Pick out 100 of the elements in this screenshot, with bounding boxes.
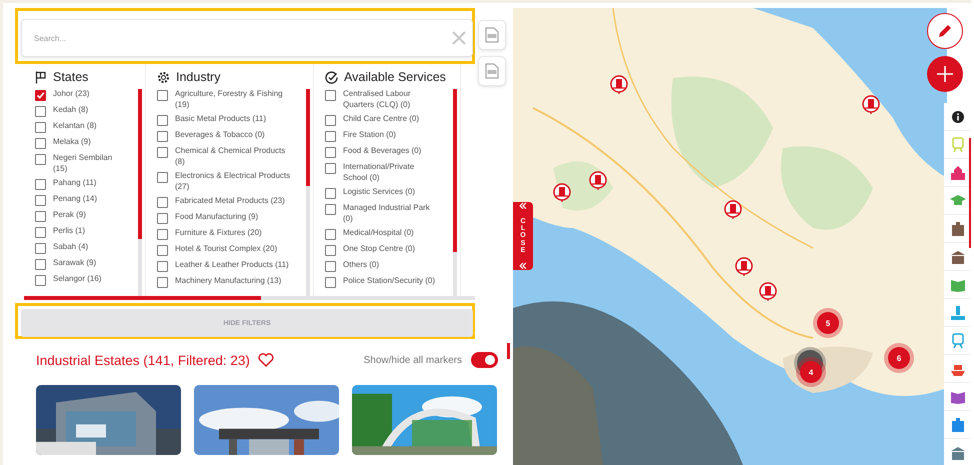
settings-icon — [157, 70, 170, 84]
option-label: Beverages & Tobacco (0) — [175, 130, 265, 140]
checkbox[interactable] — [157, 90, 168, 101]
option-label: Centralised Labour Quarters (CLQ) (0) — [343, 89, 412, 110]
option-label: Fire Station (0) — [343, 130, 396, 140]
checkbox[interactable] — [35, 195, 46, 206]
option-label: Perlis (1) — [53, 226, 86, 236]
museum-icon[interactable] — [950, 248, 966, 264]
filter-heading: States — [53, 70, 88, 84]
checkbox[interactable] — [35, 106, 46, 117]
checkbox[interactable] — [325, 188, 336, 199]
heart-icon[interactable] — [258, 353, 274, 367]
option-label: Hotel & Tourist Complex (20) — [175, 244, 278, 254]
option-label: Sabah (4) — [53, 242, 88, 252]
option-label: Sarawak (9) — [53, 258, 96, 268]
checkbox[interactable] — [157, 197, 168, 208]
building-marker-icon[interactable] — [724, 200, 742, 220]
option-label: Logistic Services (0) — [343, 187, 416, 198]
double-chevron-icon — [519, 202, 527, 210]
option-label: Food & Beverages (0) — [343, 146, 422, 156]
checkbox[interactable] — [35, 138, 46, 149]
option-label: Basic Metal Products (11) — [175, 114, 266, 124]
markers-toggle[interactable] — [471, 352, 498, 368]
edit-button[interactable] — [927, 13, 963, 49]
option-label: Fabricated Metal Products (23) — [175, 196, 285, 206]
checkbox[interactable] — [157, 277, 168, 288]
option-label: Perak (9) — [53, 210, 86, 220]
option-label: Managed Industrial Park (0) — [343, 203, 431, 224]
building-marker-icon[interactable] — [589, 171, 607, 191]
checkbox[interactable] — [325, 131, 336, 142]
checkbox[interactable] — [35, 122, 46, 133]
option-label: Negeri Sembilan (15) — [53, 153, 114, 174]
building-marker-icon[interactable] — [759, 282, 777, 302]
checkbox[interactable] — [157, 229, 168, 240]
option-label: Agriculture, Forestry & Fishing (19) — [175, 89, 284, 110]
plus-icon — [936, 65, 954, 83]
info-icon[interactable] — [952, 110, 964, 122]
checkbox[interactable] — [325, 229, 336, 240]
option-label: Melaka (9) — [53, 137, 91, 148]
option-label: One Stop Centre (0) — [343, 244, 416, 254]
checkbox[interactable] — [35, 275, 46, 286]
option-label: Police Station/Security (0) — [343, 276, 436, 286]
filter-heading: Available Services — [344, 70, 446, 84]
option-label: Selangor (16) — [53, 274, 102, 284]
checkbox[interactable] — [35, 259, 46, 270]
option-label: Machinery Manufacturing (13) — [175, 276, 282, 286]
checkbox[interactable] — [157, 245, 168, 256]
building-icon[interactable] — [950, 220, 966, 236]
building-marker-icon[interactable] — [553, 183, 571, 203]
checkbox[interactable] — [325, 163, 336, 174]
checkbox[interactable] — [35, 211, 46, 222]
list-title: Industrial Estates (141, Filtered: 23) — [36, 352, 250, 368]
flag-icon — [35, 70, 47, 84]
checkbox[interactable] — [157, 147, 168, 158]
building-marker-icon[interactable] — [862, 95, 880, 115]
spreadsheet-export-button[interactable] — [478, 56, 506, 86]
option-label: International/Private School (0) — [343, 162, 416, 183]
option-label: Johor (23) — [53, 89, 90, 100]
checkbox[interactable] — [325, 90, 336, 101]
school-icon[interactable] — [950, 164, 966, 180]
checkbox[interactable] — [35, 243, 46, 254]
toggle-label: Show/hide all markers — [364, 354, 462, 366]
checkbox[interactable] — [325, 204, 336, 215]
document-icon — [485, 27, 499, 43]
pdf-export-button[interactable] — [478, 20, 506, 50]
option-label: Child Care Centre (0) — [343, 114, 420, 124]
filter-heading: Industry — [176, 70, 220, 84]
option-label: Leather & Leather Products (11) — [175, 260, 289, 270]
pencil-icon — [937, 23, 953, 39]
check-circle-icon — [325, 70, 338, 84]
option-label: Kelantan (8) — [53, 121, 97, 132]
document-icon — [485, 63, 499, 79]
option-label: Others (0) — [343, 260, 380, 270]
checkbox[interactable] — [325, 115, 336, 126]
checkbox[interactable] — [325, 245, 336, 256]
double-chevron-icon — [519, 262, 527, 270]
bank-icon[interactable] — [950, 444, 966, 460]
checkbox[interactable] — [157, 172, 168, 183]
checkbox[interactable] — [35, 227, 46, 238]
checkbox[interactable] — [325, 277, 336, 288]
checkbox[interactable] — [157, 131, 168, 142]
building-marker-icon[interactable] — [610, 75, 628, 95]
search-field[interactable]: Search... — [21, 19, 473, 57]
checkbox[interactable] — [35, 90, 46, 101]
option-label: Kedah (8) — [53, 105, 88, 116]
checkbox[interactable] — [157, 213, 168, 224]
option-label: Furniture & Fixtures (20) — [175, 228, 262, 238]
add-button[interactable] — [927, 56, 963, 92]
option-label: Pahang (11) — [53, 178, 96, 188]
option-label: Penang (14) — [53, 194, 98, 204]
building-marker-icon[interactable] — [735, 257, 753, 277]
option-label: Medical/Hospital (0) — [343, 228, 414, 238]
option-label: Electronics & Electrical Products (27) — [175, 171, 292, 192]
option-label: Food Manufacturing (9) — [175, 212, 258, 222]
checkbox[interactable] — [35, 179, 46, 190]
checkbox[interactable] — [35, 154, 46, 165]
checkbox[interactable] — [325, 147, 336, 158]
checkbox[interactable] — [325, 261, 336, 272]
checkbox[interactable] — [157, 261, 168, 272]
checkbox[interactable] — [157, 115, 168, 126]
